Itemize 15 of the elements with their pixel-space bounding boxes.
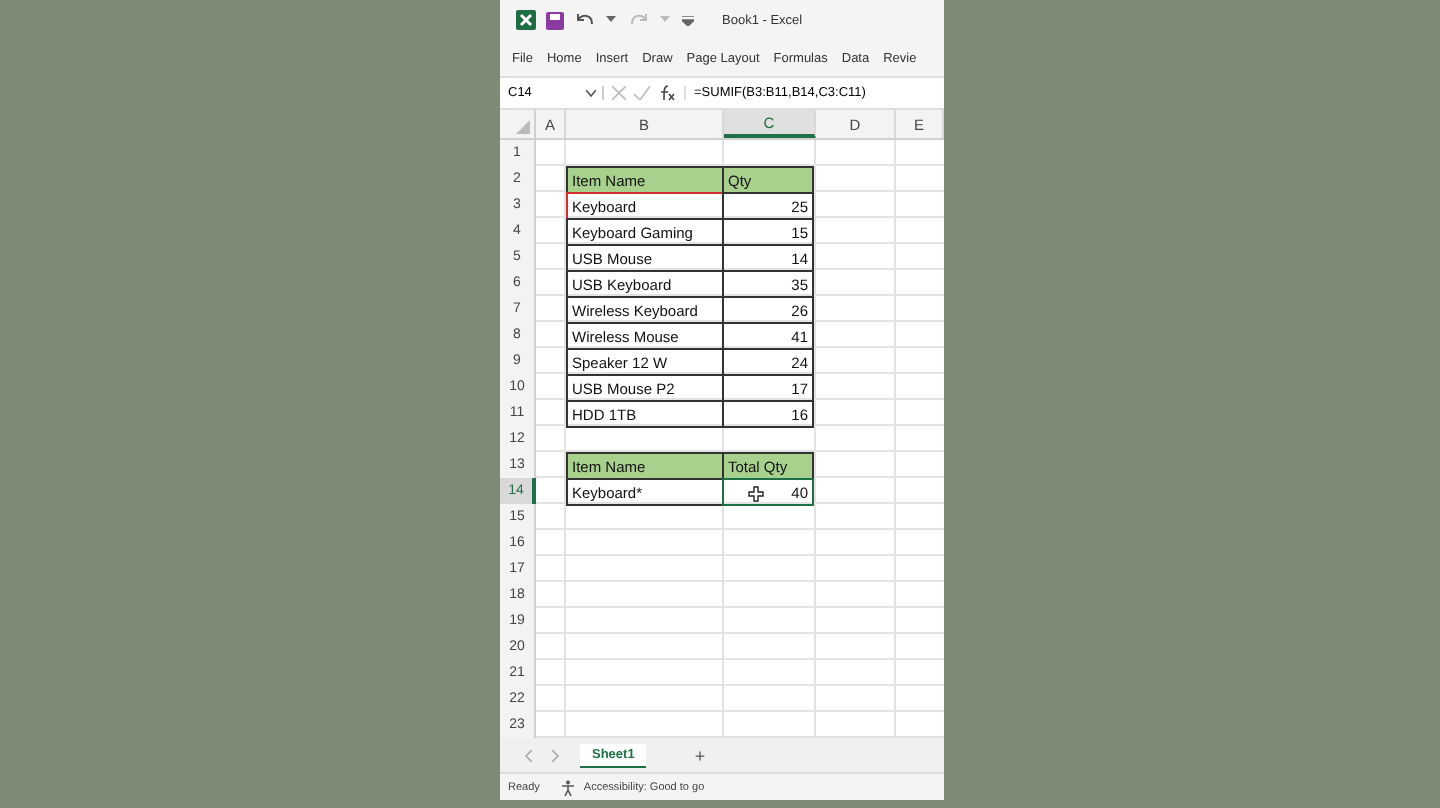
- add-sheet-button[interactable]: +: [694, 745, 706, 765]
- caret-icon[interactable]: [606, 16, 616, 24]
- excel-logo-icon: [516, 10, 536, 30]
- move-cursor-icon: [748, 486, 764, 502]
- next-sheet-icon[interactable]: [552, 749, 560, 761]
- check-icon[interactable]: [634, 86, 650, 100]
- previous-sheet-icon[interactable]: [524, 749, 532, 761]
- redo-icon[interactable]: [628, 11, 650, 29]
- accessibility-icon[interactable]: [559, 779, 576, 795]
- customize-toolbar-icon[interactable]: [682, 15, 694, 25]
- undo-icon[interactable]: [574, 11, 596, 29]
- save-icon[interactable]: [546, 11, 564, 29]
- select-all-icon[interactable]: [516, 120, 530, 134]
- insert-function-icon[interactable]: [658, 84, 676, 102]
- cancel-icon[interactable]: [612, 86, 626, 100]
